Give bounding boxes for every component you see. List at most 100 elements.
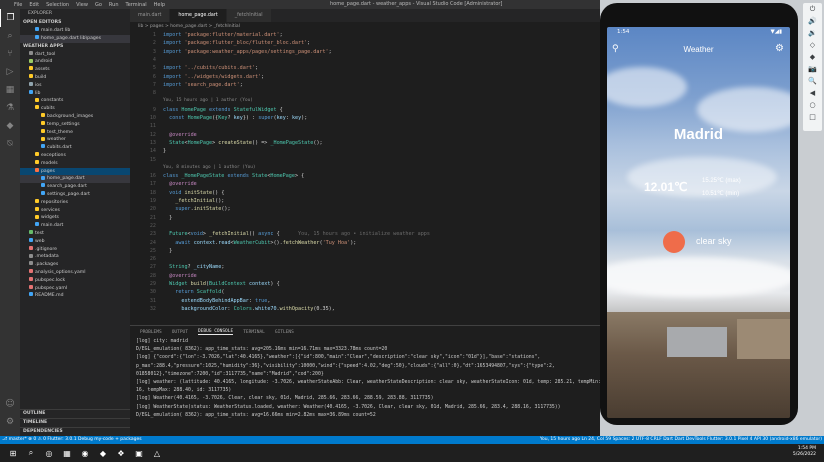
- code-line[interactable]: 4: [130, 56, 600, 64]
- code-line[interactable]: 23 Future<void> _fetchInitial() async { …: [130, 230, 600, 238]
- source-control-icon[interactable]: ⑂: [0, 45, 20, 63]
- code-line[interactable]: 11: [130, 122, 600, 130]
- camera-icon[interactable]: 📷: [803, 63, 822, 75]
- start-icon[interactable]: ⊞: [4, 444, 22, 462]
- tree-item[interactable]: test: [20, 230, 130, 238]
- code-line[interactable]: 20 super.initState();: [130, 205, 600, 213]
- outline-section[interactable]: OUTLINE: [20, 409, 130, 417]
- breadcrumb[interactable]: lib > pages > home_page.dart > _fetchIni…: [130, 22, 600, 31]
- tree-item[interactable]: assets: [20, 66, 130, 74]
- code-line[interactable]: 17 @override: [130, 180, 600, 188]
- open-editors-section[interactable]: OPEN EDITORS: [20, 19, 130, 27]
- tree-item[interactable]: exceptions: [20, 152, 130, 160]
- code-line[interactable]: 32 backgroundColor: Colors.white70.withO…: [130, 305, 600, 313]
- tree-item[interactable]: search_page.dart: [20, 183, 130, 191]
- tree-item[interactable]: background_images: [20, 113, 130, 121]
- code-line[interactable]: 24 await context.read<WeatherCubit>().fe…: [130, 239, 600, 247]
- extensions-icon[interactable]: ▦: [0, 81, 20, 99]
- rotate-right-icon[interactable]: ◆: [803, 51, 822, 63]
- power-icon[interactable]: ⏻: [803, 3, 822, 15]
- testing-icon[interactable]: ⚗: [0, 99, 20, 117]
- back-icon[interactable]: ◀: [803, 87, 822, 99]
- tree-item[interactable]: pubspec.yaml: [20, 284, 130, 293]
- android-studio-icon[interactable]: ❖: [112, 444, 130, 462]
- code-line[interactable]: 22: [130, 222, 600, 230]
- overview-icon[interactable]: □: [803, 111, 822, 123]
- tab--fetchinitial[interactable]: _fetchInitial: [226, 9, 272, 22]
- dependencies-section[interactable]: DEPENDENCIES: [20, 427, 130, 435]
- tree-item[interactable]: ios: [20, 81, 130, 90]
- code-line[interactable]: 3 import 'package:weather_apps/pages/sett…: [130, 48, 600, 56]
- menu-edit[interactable]: Edit: [29, 2, 39, 8]
- account-icon[interactable]: ☺: [0, 395, 20, 413]
- tab-home-page-dart[interactable]: home_page.dart: [170, 9, 227, 22]
- code-line[interactable]: 8: [130, 89, 600, 97]
- code-line[interactable]: 6 import '../widgets/widgets.dart';: [130, 73, 600, 81]
- code-line[interactable]: 31 extendBodyBehindAppBar: true,: [130, 297, 600, 305]
- status-right[interactable]: You, 15 hours ago Ln 24, Col 59 Spaces: …: [540, 436, 822, 444]
- tree-item[interactable]: temp_settings: [20, 120, 130, 129]
- tree-item[interactable]: models: [20, 159, 130, 168]
- tree-item[interactable]: weather: [20, 136, 130, 144]
- status-left[interactable]: ⎇ master* ⊗ 0 ⚠ 0 Flutter: 3.0.1 Debug m…: [2, 436, 142, 444]
- panel-tab-debug-console[interactable]: DEBUG CONSOLE: [197, 329, 234, 335]
- menu-run[interactable]: Run: [109, 2, 119, 8]
- code-line[interactable]: 26: [130, 255, 600, 263]
- tree-item[interactable]: main.dart lib: [20, 27, 130, 35]
- menu-view[interactable]: View: [76, 2, 88, 8]
- code-line[interactable]: 28 @override: [130, 272, 600, 280]
- tree-item[interactable]: .gitignore: [20, 245, 130, 254]
- code-line[interactable]: 21 }: [130, 214, 600, 222]
- workspace-section[interactable]: WEATHER APPS: [20, 43, 130, 51]
- code-line[interactable]: 18 void initState() {: [130, 189, 600, 197]
- code-line[interactable]: 7 import 'search_page.dart';: [130, 81, 600, 89]
- menu-go[interactable]: Go: [95, 2, 102, 8]
- code-line[interactable]: 29 Widget build(BuildContext context) {: [130, 280, 600, 288]
- run-debug-icon[interactable]: ▷: [0, 63, 20, 81]
- code-line[interactable]: 19 _fetchInitial();: [130, 197, 600, 205]
- tree-item[interactable]: README.md: [20, 292, 130, 300]
- tree-item[interactable]: main.dart: [20, 222, 130, 230]
- home-icon[interactable]: ○: [803, 99, 822, 111]
- code-line[interactable]: 30 return Scaffold(: [130, 288, 600, 296]
- tree-item[interactable]: build: [20, 74, 130, 82]
- tree-item[interactable]: settings_page.dart: [20, 191, 130, 199]
- code-line[interactable]: 25 }: [130, 247, 600, 255]
- code-line[interactable]: 13 State<HomePage> createState() => _Hom…: [130, 139, 600, 147]
- manage-gear-icon[interactable]: ⚙: [0, 413, 20, 431]
- menu-selection[interactable]: Selection: [46, 2, 69, 8]
- volume-down-icon[interactable]: 🔉: [803, 27, 822, 39]
- remote-icon[interactable]: ⍉: [0, 135, 20, 153]
- code-line[interactable]: 16 class _HomePageState extends State<Hom…: [130, 172, 600, 180]
- tree-item[interactable]: constants: [20, 97, 130, 105]
- tree-item[interactable]: pubspec.lock: [20, 276, 130, 285]
- panel-tab-gitlens[interactable]: GITLENS: [275, 330, 294, 335]
- tree-item[interactable]: .packages: [20, 261, 130, 269]
- code-line[interactable]: 14}: [130, 147, 600, 155]
- tree-item[interactable]: test_theme: [20, 128, 130, 137]
- task-view-icon[interactable]: ◎: [40, 444, 58, 462]
- code-line[interactable]: 1 import 'package:flutter/material.dart';: [130, 31, 600, 39]
- tree-item[interactable]: home_page.dart: [20, 175, 130, 184]
- chrome-icon[interactable]: ◉: [76, 444, 94, 462]
- tree-item[interactable]: home_page.dart lib\pages: [20, 34, 130, 43]
- tree-item[interactable]: analysis_options.yaml: [20, 269, 130, 277]
- file-explorer-icon[interactable]: ▦: [58, 444, 76, 462]
- tree-item[interactable]: android: [20, 58, 130, 66]
- tree-item[interactable]: cubits.dart: [20, 144, 130, 152]
- settings-icon[interactable]: ⚙: [775, 43, 784, 54]
- panel-tab-terminal[interactable]: TERMINAL: [243, 330, 265, 335]
- flutter-icon[interactable]: ◆: [0, 117, 20, 135]
- code-line[interactable]: 5 import '../cubits/cubits.dart';: [130, 64, 600, 72]
- panel-tab-output[interactable]: OUTPUT: [172, 330, 188, 335]
- menu-terminal[interactable]: Terminal: [126, 2, 147, 8]
- search-icon[interactable]: ⌕: [22, 444, 40, 462]
- tree-item[interactable]: web: [20, 237, 130, 246]
- terminal-icon[interactable]: ▣: [130, 444, 148, 462]
- vscode-icon[interactable]: ◆: [94, 444, 112, 462]
- tab-main-dart[interactable]: main.dart: [130, 9, 171, 22]
- tree-item[interactable]: repositories: [20, 198, 130, 207]
- app-icon[interactable]: △: [148, 444, 166, 462]
- search-icon[interactable]: ⌕: [0, 27, 20, 45]
- code-line[interactable]: 27 String? _cityName;: [130, 263, 600, 271]
